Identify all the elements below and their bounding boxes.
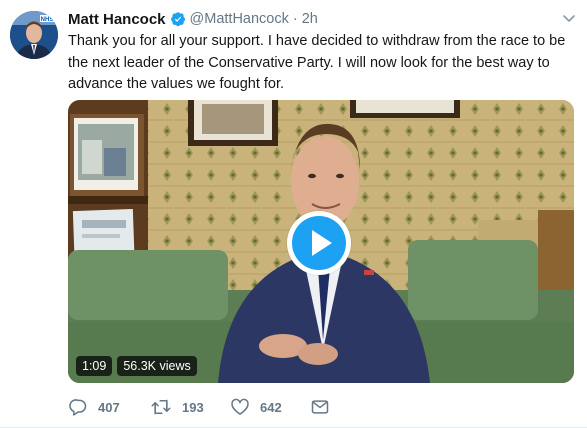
avatar[interactable]: NHS: [10, 11, 58, 59]
video-badges: 1:09 56.3K views: [76, 356, 197, 376]
direct-message-icon: [311, 400, 329, 414]
like-count: 642: [260, 399, 282, 415]
video-player[interactable]: 1:09 56.3K views: [68, 100, 574, 383]
video-view-count: 56.3K views: [117, 356, 197, 376]
direct-message-button[interactable]: [310, 396, 340, 418]
play-icon: [292, 216, 346, 270]
retweet-count: 193: [182, 399, 204, 415]
author-handle[interactable]: @MattHancock: [190, 11, 289, 27]
tweet[interactable]: NHS Matt Hancock @MattHancock · 2h Thank…: [0, 0, 587, 428]
reply-count: 407: [98, 399, 120, 415]
play-button[interactable]: [287, 211, 351, 275]
avatar-nhs-logo: NHS: [41, 17, 54, 23]
verified-badge-icon: [170, 12, 185, 27]
retweet-icon: [151, 399, 171, 415]
tweet-text-line: the next leader of the Conservative Part…: [68, 54, 550, 71]
tweet-text-line: advance the values we fought for.: [68, 76, 285, 92]
author-name[interactable]: Matt Hancock: [68, 11, 166, 28]
tweet-timestamp[interactable]: 2h: [302, 11, 318, 27]
video-duration: 1:09: [76, 356, 113, 376]
separator-dot: ·: [292, 11, 298, 27]
like-button[interactable]: 642: [230, 396, 282, 418]
avatar-photo: NHS: [10, 11, 58, 59]
tweet-actions: 407 193 642: [68, 396, 368, 418]
reply-icon: [69, 399, 87, 416]
like-icon: [231, 398, 249, 415]
tweet-text-line: Thank you for all your support. I have d…: [68, 33, 566, 49]
reply-button[interactable]: 407: [68, 396, 120, 418]
caret-down-icon[interactable]: [561, 10, 577, 26]
retweet-button[interactable]: 193: [150, 396, 204, 418]
tweet-text: Thank you for all your support. I have d…: [68, 31, 568, 96]
tweet-header: Matt Hancock @MattHancock · 2h: [68, 9, 557, 29]
